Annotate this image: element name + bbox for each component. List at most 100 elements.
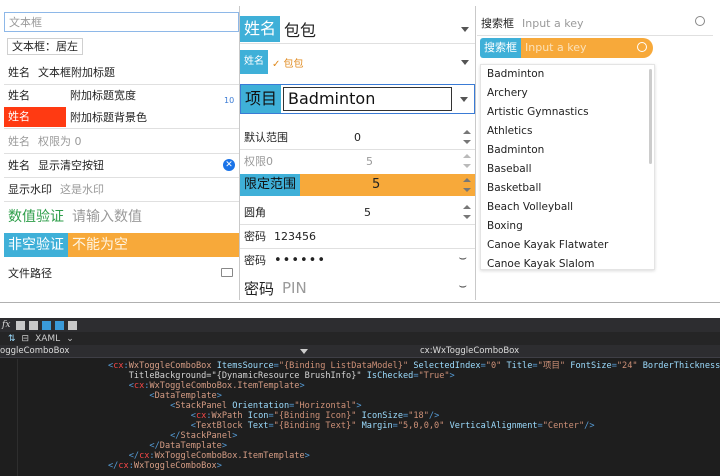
dropdown-item[interactable]: Artistic Gymnastics [481, 103, 654, 122]
code-line[interactable]: TitleBackground="{DynamicResource BrushI… [108, 371, 455, 381]
clearable-label: 姓名 [8, 159, 30, 172]
password-masked[interactable]: 密码 •••••• ⌣ [240, 249, 475, 271]
readonly-value: 权限为 0 [38, 135, 82, 148]
folder-icon[interactable] [221, 268, 233, 277]
numeric-limited-value: 5 [300, 174, 475, 196]
spinner-icon[interactable] [463, 178, 471, 192]
dropdown-item[interactable]: Athletics [481, 122, 654, 141]
dropdown-list[interactable]: Badminton Archery Artistic Gymnastics Athle… [480, 64, 655, 270]
textbox-left-text: 文本框：居左 [12, 40, 78, 53]
code-line[interactable]: <cx:WxPath Icon="{Binding Icon}" IconSiz… [108, 411, 439, 421]
dropdown-item[interactable]: Archery [481, 84, 654, 103]
title-width-textbox[interactable]: 姓名 附加标题宽度 [4, 84, 239, 106]
numeric-round[interactable]: 圆角 5 [240, 201, 475, 223]
dropdown-item[interactable]: Baseball [481, 160, 654, 179]
combo-name-value: 包包 [284, 21, 317, 40]
code-line[interactable]: <StackPanel Orientation="Horizontal"> [108, 401, 362, 411]
dropdown-item[interactable]: Boxing [481, 217, 654, 236]
eye-closed-icon[interactable]: ⌣ [458, 279, 467, 294]
filepath-textbox[interactable]: 文件路径 [4, 262, 239, 284]
search-icon[interactable] [637, 42, 647, 52]
search-icon[interactable] [695, 16, 705, 26]
clear-icon[interactable]: ✕ [223, 159, 235, 171]
chevron-down-icon[interactable] [461, 60, 469, 65]
dropdown-item[interactable]: Badminton [481, 65, 654, 84]
spinner-icon[interactable] [463, 130, 471, 144]
swap-icon[interactable]: ⇅ [8, 334, 16, 344]
layout-icon[interactable] [68, 320, 78, 330]
chevron-down-icon[interactable] [461, 27, 469, 32]
code-area[interactable]: <cx:WxToggleComboBox ItemsSource="{Bindi… [22, 359, 720, 476]
numeric-validation-textbox[interactable]: 数值验证 请输入数值 [4, 204, 239, 228]
chevron-double-icon[interactable]: ⌄ [66, 334, 74, 344]
code-line[interactable]: </cx:WxToggleComboBox> [108, 461, 222, 471]
nav-scope-right[interactable]: cx:WxToggleComboBox [420, 346, 519, 356]
search-box-2[interactable]: 搜索框 Input a key [477, 38, 713, 58]
title-bg-textbox[interactable]: 姓名 附加标题背景色 [4, 107, 239, 127]
password-plain[interactable]: 密码 123456 [240, 225, 475, 247]
dropdown-item[interactable]: Badminton [481, 141, 654, 160]
nonempty-validation-label: 非空验证 [4, 233, 68, 257]
dropdown-scrollbar[interactable] [649, 69, 652, 164]
snap-icon[interactable] [42, 320, 52, 330]
fx-label[interactable]: fx [2, 320, 10, 330]
code-line[interactable]: <cx:WxToggleComboBox.ItemTemplate> [108, 381, 305, 391]
numeric-limited[interactable]: 限定范围 5 [240, 174, 475, 196]
chevron-down-icon[interactable] [460, 97, 468, 102]
textbox-left-aligned[interactable]: 文本框：居左 [7, 38, 83, 55]
editor-tabbar: ⇅ ⊟ XAML ⌄ [0, 332, 720, 345]
search-1-placeholder: Input a key [522, 16, 584, 30]
password-masked-value: •••••• [274, 252, 327, 268]
code-line[interactable]: </StackPanel> [108, 431, 237, 441]
clearable-textbox[interactable]: 姓名 显示清空按钮 ✕ [4, 154, 239, 176]
combo-name[interactable]: 姓名 包包 [240, 16, 475, 42]
password-pin[interactable]: 密码 PIN ⌣ [240, 276, 475, 300]
designer-bottom-border [0, 302, 720, 303]
code-line[interactable]: <cx:WxToggleComboBox ItemsSource="{Bindi… [108, 361, 720, 371]
grid-icon[interactable] [29, 320, 39, 330]
search-box-1[interactable]: 搜索框 Input a key [477, 12, 713, 34]
divider [477, 35, 713, 36]
title-label: 姓名 [8, 66, 30, 79]
combo-project[interactable]: 项目 Badminton [240, 84, 475, 114]
title-bg-label: 姓名 [4, 107, 66, 127]
divider [240, 43, 475, 44]
watermark-label: 显示水印 [8, 183, 52, 196]
snap-icon[interactable] [55, 320, 65, 330]
right-panel: 搜索框 Input a key 搜索框 Input a key Badminto… [477, 6, 713, 300]
code-line[interactable]: <TextBlock Text="{Binding Text}" Margin=… [108, 421, 595, 431]
dropdown-item[interactable]: Canoe Kayak Slalom [481, 255, 654, 269]
watermark-textbox[interactable]: 显示水印 这是水印 [4, 178, 239, 200]
numeric-limited-label: 限定范围 [240, 174, 301, 196]
numeric-perm-label: 权限0 [244, 155, 273, 168]
chevron-down-icon[interactable] [300, 349, 308, 357]
code-line[interactable]: </cx:WxToggleComboBox.ItemTemplate> [108, 451, 310, 461]
title-width-value: 附加标题宽度 [70, 89, 136, 102]
margin-marker-left: 10 [224, 96, 235, 105]
nav-scope-left[interactable]: oggleComboBox [0, 346, 69, 356]
xaml-icon: ⊟ [21, 333, 30, 344]
tab-xaml[interactable]: XAML [35, 334, 60, 344]
numeric-default[interactable]: 默认范围 0 [240, 126, 475, 148]
divider [4, 128, 239, 129]
code-line[interactable]: </DataTemplate> [108, 441, 227, 451]
code-line[interactable]: <DataTemplate> [108, 391, 221, 401]
combo-checked[interactable]: 姓名 ✓ 包包 [240, 50, 475, 74]
nonempty-validation-placeholder: 不能为空 [68, 233, 239, 257]
dropdown-item[interactable]: Canoe Kayak Flatwater [481, 236, 654, 255]
grid-icon[interactable] [16, 320, 26, 330]
numeric-validation-label: 数值验证 [8, 209, 64, 225]
eye-closed-icon[interactable]: ⌣ [458, 251, 467, 266]
spinner-icon[interactable] [463, 205, 471, 219]
nonempty-validation-textbox[interactable]: 非空验证 不能为空 [4, 233, 239, 257]
readonly-textbox: 姓名 权限为 0 [4, 130, 239, 152]
editor-navbar: oggleComboBox cx:WxToggleComboBox [0, 345, 720, 358]
title-textbox[interactable]: 姓名 文本框附加标题 [4, 62, 239, 82]
textbox-plain[interactable]: 文本框 [4, 12, 239, 32]
numeric-round-label: 圆角 [244, 206, 266, 219]
dropdown-item[interactable]: Basketball [481, 179, 654, 198]
combo-project-value: Badminton [283, 87, 452, 111]
editor-toolbar: fx [0, 318, 720, 332]
numeric-round-value: 5 [364, 205, 371, 219]
dropdown-item[interactable]: Beach Volleyball [481, 198, 654, 217]
